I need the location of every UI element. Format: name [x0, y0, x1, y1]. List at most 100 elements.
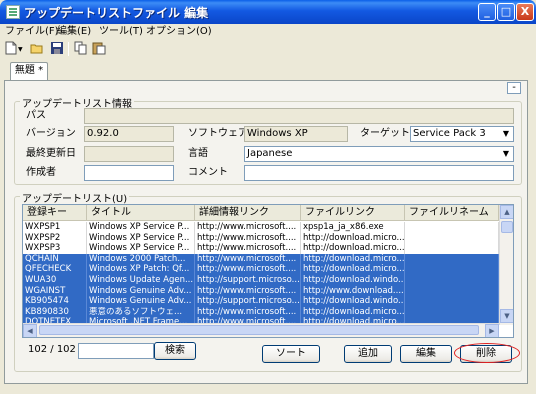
cell-file-link: http://download.windo...: [303, 296, 405, 308]
edit-button[interactable]: 編集: [400, 345, 452, 363]
language-label: 言語: [188, 148, 208, 159]
maximize-button[interactable]: □: [497, 3, 515, 21]
cell-key: WXPSP2: [23, 232, 87, 244]
list-row[interactable]: WXPSP3 Windows XP Service P... http://www.…: [23, 243, 499, 255]
cell-key: KB905474: [23, 296, 87, 308]
author-label: 作成者: [26, 167, 56, 178]
cell-file-rename: [405, 296, 499, 308]
path-field[interactable]: [84, 108, 514, 124]
cell-title: Windows XP Service P...: [87, 222, 195, 233]
comment-field[interactable]: [244, 165, 514, 181]
list-row[interactable]: WGAINST Windows Genuine Adv... http://www.…: [23, 285, 499, 297]
horizontal-scrollbar[interactable]: ◀ ▶: [23, 323, 499, 337]
paste-icon[interactable]: [92, 41, 106, 55]
cell-key: WUA30: [23, 275, 87, 286]
cell-key: WXPSP3: [23, 243, 87, 255]
cell-info-link: http://www.microsoft....: [195, 306, 301, 318]
app-icon: [6, 5, 20, 19]
vertical-scroll-thumb[interactable]: [501, 221, 513, 233]
list-row[interactable]: KB890830 悪意のあるソフトウェ... http://www.microsof…: [23, 306, 499, 318]
new-file-icon[interactable]: [4, 41, 18, 55]
cell-file-rename: [405, 306, 499, 318]
cell-title: Windows 2000 Patch...: [87, 253, 195, 265]
list-row[interactable]: QFECHECK Windows XP Patch: Qf... http://ww…: [23, 264, 499, 276]
list-row[interactable]: WXPSP2 Windows XP Service P... http://www.…: [23, 232, 499, 244]
scroll-down-icon[interactable]: ▼: [500, 309, 513, 323]
cell-title: Windows Genuine Adv...: [87, 296, 195, 308]
minimize-button[interactable]: _: [478, 3, 496, 21]
copy-icon[interactable]: [74, 41, 88, 55]
scroll-left-icon[interactable]: ◀: [23, 324, 37, 337]
cell-info-link: http://www.microsoft....: [195, 243, 301, 255]
cell-file-rename: [405, 275, 499, 286]
chevron-down-icon[interactable]: ▼: [18, 46, 23, 53]
cell-file-rename: [405, 285, 499, 297]
last-updated-field[interactable]: [84, 146, 174, 162]
list-row[interactable]: KB905474 Windows Genuine Adv... http://sup…: [23, 296, 499, 308]
list-row[interactable]: QCHAIN Windows 2000 Patch... http://www.mi…: [23, 253, 499, 265]
column-header-file-rename[interactable]: ファイルリネーム: [405, 205, 499, 221]
language-select-value: Japanese: [247, 148, 293, 159]
delete-highlight-circle: [454, 343, 520, 363]
cell-info-link: http://www.microsoft....: [195, 222, 301, 233]
collapse-button[interactable]: -: [507, 82, 521, 94]
scroll-up-icon[interactable]: ▲: [500, 205, 513, 219]
title-bar[interactable]: アップデートリストファイル 編集 _ □ X: [0, 0, 536, 24]
list-row[interactable]: WXPSP1 Windows XP Service P... http://www.…: [23, 222, 499, 233]
cell-info-link: http://support.microso...: [197, 275, 301, 286]
column-header-title[interactable]: タイトル: [87, 205, 195, 221]
sort-button[interactable]: ソート: [262, 345, 320, 363]
horizontal-scroll-thumb[interactable]: [39, 325, 479, 335]
vertical-scrollbar[interactable]: ▲ ▼: [499, 205, 513, 325]
menu-tools[interactable]: ツール(T): [96, 24, 146, 40]
cell-title: Windows XP Patch: Qf...: [87, 264, 195, 276]
column-header-file-link[interactable]: ファイルリンク: [301, 205, 405, 221]
list-group-title: アップデートリスト(U): [20, 190, 130, 205]
software-label: ソフトウェア: [188, 128, 248, 139]
tab-document[interactable]: 無題 *: [10, 62, 48, 80]
cell-title: Windows XP Service P...: [87, 232, 195, 244]
cell-file-link: http://download.micro...: [303, 253, 405, 265]
cell-file-link: http://download.micro...: [303, 306, 405, 318]
column-header-key[interactable]: 登録キー: [23, 205, 87, 221]
version-label: バージョン: [26, 128, 76, 139]
author-field[interactable]: [84, 165, 174, 181]
path-label: パス: [26, 110, 46, 121]
search-input[interactable]: [78, 343, 154, 359]
cell-file-link: xpsp1a_ja_x86.exe: [301, 222, 405, 233]
cell-file-rename: [405, 243, 499, 255]
chevron-down-icon[interactable]: ▼: [499, 127, 513, 141]
comment-label: コメント: [188, 167, 228, 178]
update-list[interactable]: 登録キー タイトル 詳細情報リンク ファイルリンク ファイルリネーム WXPSP…: [22, 204, 514, 338]
save-icon[interactable]: [50, 41, 64, 55]
cell-info-link: http://www.microsoft....: [195, 285, 301, 297]
close-button[interactable]: X: [516, 3, 534, 21]
search-button[interactable]: 検索: [154, 342, 196, 360]
language-select[interactable]: Japanese ▼: [244, 146, 514, 162]
cell-title: Windows Genuine Adv...: [87, 285, 195, 297]
target-select[interactable]: Service Pack 3 ▼: [410, 126, 514, 142]
cell-info-link: http://www.microsoft....: [195, 232, 301, 244]
target-select-value: Service Pack 3: [413, 128, 486, 139]
menu-file[interactable]: ファイル(F): [2, 24, 62, 40]
add-button[interactable]: 追加: [344, 345, 392, 363]
cell-info-link: http://www.microsoft....: [195, 264, 301, 276]
cell-key: WGAINST: [23, 285, 87, 297]
chevron-down-icon[interactable]: ▼: [499, 147, 513, 161]
cell-file-link: http://download.micro...: [303, 243, 405, 255]
software-field[interactable]: Windows XP: [244, 126, 348, 142]
cell-title: Windows XP Service P...: [87, 243, 195, 255]
list-header: 登録キー タイトル 詳細情報リンク ファイルリンク ファイルリネーム: [23, 205, 499, 221]
window-title: アップデートリストファイル 編集: [24, 6, 209, 20]
cell-info-link: http://www.microsoft....: [195, 253, 301, 265]
column-header-info-link[interactable]: 詳細情報リンク: [195, 205, 301, 221]
version-field[interactable]: 0.92.0: [84, 126, 174, 142]
cell-file-rename: [405, 232, 499, 244]
list-row[interactable]: WUA30 Windows Update Agen... http://suppor…: [23, 275, 499, 286]
menu-options[interactable]: オプション(O): [143, 24, 215, 40]
menu-edit[interactable]: 編集(E): [54, 24, 94, 40]
open-folder-icon[interactable]: [30, 41, 44, 55]
scroll-right-icon[interactable]: ▶: [485, 324, 499, 337]
cell-file-link: http://download.micro...: [303, 232, 405, 244]
cell-file-link: http://download.windo...: [303, 275, 405, 286]
